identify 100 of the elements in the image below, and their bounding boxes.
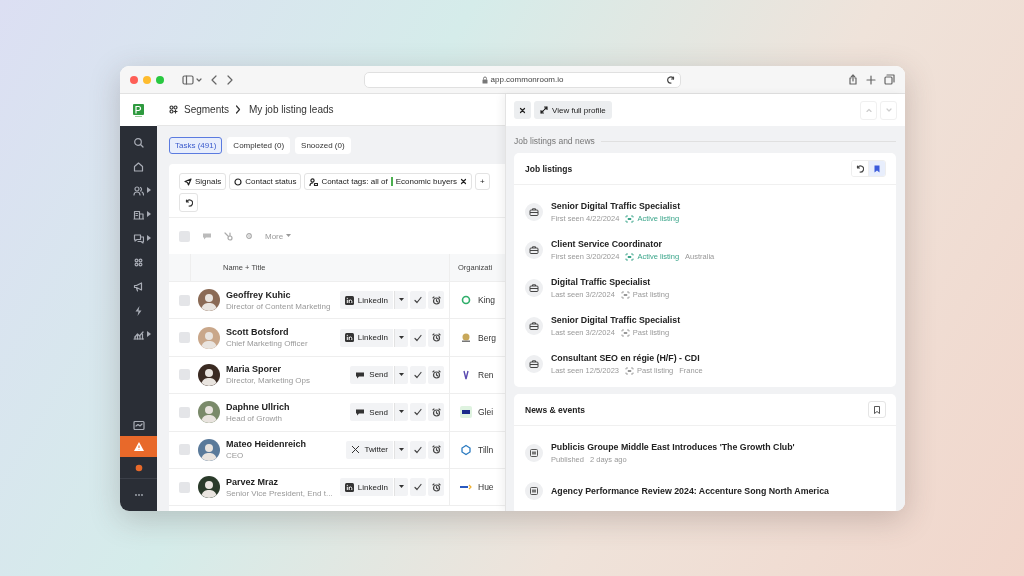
row-checkbox[interactable] bbox=[179, 406, 190, 418]
tab[interactable]: Completed (0) bbox=[227, 137, 291, 154]
alarm-clock-icon bbox=[431, 333, 441, 343]
dropdown-button[interactable] bbox=[394, 365, 408, 384]
contact-name[interactable]: Maria Sporer bbox=[226, 364, 351, 375]
bookmark-button[interactable] bbox=[868, 401, 886, 418]
done-button[interactable] bbox=[410, 403, 426, 422]
organization-name: Glei bbox=[478, 407, 494, 418]
snooze-button[interactable] bbox=[428, 478, 444, 497]
warning-icon bbox=[132, 440, 145, 453]
alarm-clock-icon bbox=[431, 295, 441, 305]
forward-icon[interactable] bbox=[226, 74, 234, 85]
done-button[interactable] bbox=[410, 291, 426, 310]
listing-scan-icon bbox=[625, 366, 634, 375]
zoom-dot-icon bbox=[156, 75, 164, 84]
dropdown-button[interactable] bbox=[394, 403, 408, 422]
row-checkbox[interactable] bbox=[179, 444, 190, 456]
job-title[interactable]: Senior Digital Traffic Specialist bbox=[551, 201, 681, 211]
dropdown-button[interactable] bbox=[394, 478, 408, 497]
filter-chip[interactable]: Contact status bbox=[229, 173, 302, 190]
action-button[interactable]: LinkedIn bbox=[339, 328, 393, 347]
done-button[interactable] bbox=[410, 328, 426, 347]
newspaper-icon bbox=[525, 482, 543, 500]
job-title[interactable]: Senior Digital Traffic Specialist bbox=[551, 315, 681, 325]
snooze-button[interactable] bbox=[428, 365, 444, 384]
lightning-icon bbox=[133, 304, 144, 316]
chevron-down-icon[interactable] bbox=[196, 76, 202, 83]
bookmark-button[interactable] bbox=[868, 161, 885, 176]
action-button[interactable]: Send bbox=[350, 365, 393, 384]
action-button[interactable]: Send bbox=[350, 403, 393, 422]
people-icon bbox=[133, 184, 144, 196]
row-checkbox[interactable] bbox=[179, 481, 190, 493]
job-title[interactable]: Consultant SEO en régie (H/F) - CDI bbox=[551, 353, 703, 363]
close-button[interactable] bbox=[514, 101, 531, 119]
circle-icon bbox=[234, 177, 243, 186]
logo-icon bbox=[133, 103, 144, 117]
job-title[interactable]: Digital Traffic Specialist bbox=[551, 277, 670, 287]
action-button[interactable]: LinkedIn bbox=[339, 478, 393, 497]
tag-label: Economic buyers bbox=[395, 177, 457, 186]
contact-name[interactable]: Daphne Ullrich bbox=[226, 401, 351, 412]
avatar bbox=[198, 289, 220, 312]
card-title: Job listings bbox=[525, 163, 574, 174]
done-button[interactable] bbox=[410, 478, 426, 497]
snooze-button[interactable] bbox=[428, 403, 444, 422]
tab[interactable]: Snoozed (0) bbox=[295, 137, 351, 154]
snooze-button[interactable] bbox=[428, 291, 444, 310]
organization-name: Hue bbox=[478, 482, 494, 493]
done-button[interactable] bbox=[410, 440, 426, 459]
select-all-checkbox[interactable] bbox=[179, 230, 190, 242]
row-checkbox[interactable] bbox=[179, 369, 190, 381]
caret-down-icon bbox=[399, 447, 404, 452]
ring-logo-icon bbox=[460, 294, 472, 307]
megaphone-icon bbox=[133, 280, 144, 292]
chat-icon bbox=[133, 232, 144, 244]
contact-name[interactable]: Mateo Heidenreich bbox=[226, 439, 347, 450]
action-button[interactable]: Twitter bbox=[346, 440, 393, 459]
filter-chip[interactable]: Contact tags: all of Economic buyers bbox=[304, 173, 472, 190]
caret-down-icon bbox=[286, 234, 292, 238]
nav-button[interactable] bbox=[120, 436, 157, 457]
snooze-button[interactable] bbox=[428, 328, 444, 347]
hexagon-logo-icon bbox=[460, 443, 472, 456]
row-checkbox[interactable] bbox=[179, 294, 190, 306]
contact-name[interactable]: Scott Botsford bbox=[226, 327, 340, 338]
emblem-logo-icon bbox=[460, 331, 472, 344]
action-button[interactable]: LinkedIn bbox=[339, 291, 393, 310]
back-icon[interactable] bbox=[210, 74, 218, 85]
breadcrumb-link[interactable]: Segments bbox=[184, 104, 230, 115]
address-bar[interactable]: app.commonroom.io bbox=[364, 71, 681, 88]
sidebar-toggle-icon[interactable] bbox=[182, 74, 194, 85]
tabs-icon[interactable] bbox=[884, 74, 895, 85]
expand-icon bbox=[540, 106, 548, 114]
filter-chip[interactable]: Signals bbox=[179, 173, 227, 190]
lock-icon bbox=[481, 75, 488, 84]
snooze-button[interactable] bbox=[428, 440, 444, 459]
building-icon bbox=[133, 208, 144, 220]
filter-label: Contact tags: all of bbox=[321, 177, 388, 186]
reset-button[interactable] bbox=[179, 193, 198, 212]
job-title[interactable]: Client Service Coordinator bbox=[551, 239, 715, 249]
tab[interactable]: Tasks (491) bbox=[169, 137, 223, 154]
organization-name: Tilln bbox=[478, 444, 494, 455]
view-profile-button[interactable]: View full profile bbox=[534, 101, 612, 119]
dropdown-button[interactable] bbox=[394, 291, 408, 310]
card-title: News & events bbox=[525, 404, 586, 415]
caret-down-icon bbox=[399, 372, 404, 377]
contact-title: Director of Content Marketing bbox=[226, 301, 332, 311]
plus-icon[interactable] bbox=[866, 74, 876, 85]
check-icon bbox=[414, 333, 422, 342]
news-headline[interactable]: Publicis Groupe Middle East Introduces 'The Growth Club' bbox=[551, 442, 795, 452]
contact-name[interactable]: Parvez Mraz bbox=[226, 476, 340, 487]
grid-icon bbox=[133, 256, 144, 268]
news-headline[interactable]: Agency Performance Review 2024: Accenture Song North America bbox=[551, 486, 829, 496]
dropdown-button[interactable] bbox=[394, 328, 408, 347]
dropdown-button[interactable] bbox=[394, 440, 408, 459]
listing-scan-icon bbox=[620, 328, 630, 337]
contact-name[interactable]: Geoffrey Kuhic bbox=[226, 289, 340, 300]
share-icon[interactable] bbox=[848, 74, 858, 85]
row-checkbox[interactable] bbox=[179, 332, 190, 344]
done-button[interactable] bbox=[410, 365, 426, 384]
alarm-clock-icon bbox=[431, 370, 441, 380]
add-filter-button[interactable]: + bbox=[475, 173, 490, 190]
